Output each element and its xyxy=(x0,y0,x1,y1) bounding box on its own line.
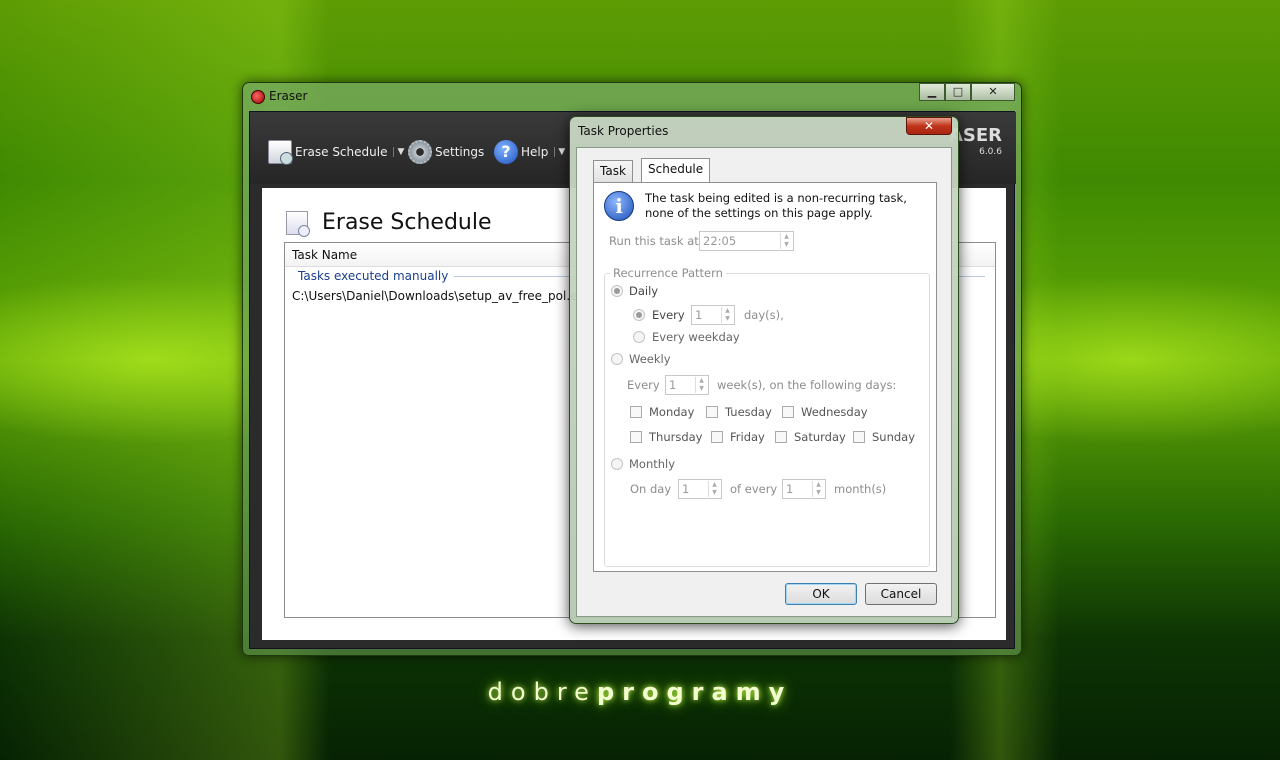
month-interval-value: 1 xyxy=(786,482,794,496)
erase-schedule-label: Erase Schedule xyxy=(295,145,388,159)
help-icon: ? xyxy=(494,140,518,164)
recurrence-pattern-legend: Recurrence Pattern xyxy=(610,266,726,280)
every-weekday-label: Every weekday xyxy=(652,330,740,344)
sunday-checkbox[interactable] xyxy=(853,431,865,443)
months-suffix-label: month(s) xyxy=(834,482,887,496)
wednesday-checkbox[interactable] xyxy=(782,406,794,418)
days-suffix-label: day(s), xyxy=(744,308,784,322)
run-at-time-field[interactable]: 22:05 ▲ ▼ xyxy=(699,231,794,251)
weekly-radio[interactable] xyxy=(611,353,623,365)
maximize-button[interactable]: □ xyxy=(945,83,971,101)
help-label: Help xyxy=(521,145,549,159)
ok-button[interactable]: OK xyxy=(785,583,857,605)
caption-buttons: ▁ □ ✕ xyxy=(919,83,1015,101)
help-dropdown-icon[interactable]: ▼ xyxy=(554,147,565,157)
daily-every-radio[interactable] xyxy=(633,309,645,321)
tuesday-checkbox[interactable] xyxy=(706,406,718,418)
friday-checkbox[interactable] xyxy=(711,431,723,443)
erase-schedule-icon xyxy=(268,140,293,165)
on-day-label: On day xyxy=(630,482,672,496)
saturday-checkbox[interactable] xyxy=(775,431,787,443)
daily-radio[interactable] xyxy=(611,285,623,297)
thursday-label: Thursday xyxy=(649,430,703,444)
month-interval-input[interactable]: 1 ▲ ▼ xyxy=(782,479,826,499)
schedule-page-icon xyxy=(286,210,310,237)
cancel-button[interactable]: Cancel xyxy=(865,583,937,605)
page-title: Erase Schedule xyxy=(322,210,492,235)
run-at-label: Run this task at: xyxy=(609,234,703,248)
weekly-every-value: 1 xyxy=(669,378,677,392)
tab-task[interactable]: Task xyxy=(593,160,633,182)
weekly-every-input[interactable]: 1 ▲ ▼ xyxy=(665,375,709,395)
help-button[interactable]: ? Help ▼ xyxy=(494,140,565,164)
brand-bold-text: programy xyxy=(596,678,793,706)
wednesday-label: Wednesday xyxy=(801,405,868,419)
saturday-label: Saturday xyxy=(794,430,846,444)
monthly-label: Monthly xyxy=(629,457,676,471)
page-header: Erase Schedule xyxy=(286,210,492,237)
erase-schedule-button[interactable]: Erase Schedule ▼ xyxy=(268,140,404,165)
dialog-title: Task Properties xyxy=(578,124,669,138)
desktop-brand: dobreprogramy xyxy=(0,678,1280,706)
friday-label: Friday xyxy=(730,430,765,444)
task-properties-dialog: Task Properties ✕ Task Schedule i The ta… xyxy=(569,116,959,624)
daily-every-value: 1 xyxy=(695,308,703,322)
gear-icon xyxy=(408,140,432,164)
weekly-label: Weekly xyxy=(629,352,671,366)
monthly-radio[interactable] xyxy=(611,458,623,470)
dialog-close-button[interactable]: ✕ xyxy=(906,117,952,135)
info-icon: i xyxy=(604,191,634,221)
every-weekday-radio[interactable] xyxy=(633,331,645,343)
brand-light-text: dobre xyxy=(487,678,597,706)
month-day-spinner-icon[interactable]: ▲ ▼ xyxy=(708,481,720,497)
weekly-suffix-label: week(s), on the following days: xyxy=(717,378,897,392)
monday-checkbox[interactable] xyxy=(630,406,642,418)
thursday-checkbox[interactable] xyxy=(630,431,642,443)
of-every-label: of every xyxy=(730,482,778,496)
month-day-value: 1 xyxy=(682,482,690,496)
weekly-every-label: Every xyxy=(627,378,660,392)
daily-spinner-icon[interactable]: ▲ ▼ xyxy=(721,307,733,323)
monday-label: Monday xyxy=(649,405,695,419)
tuesday-label: Tuesday xyxy=(725,405,772,419)
daily-every-input[interactable]: 1 ▲ ▼ xyxy=(691,305,735,325)
eraser-app-icon xyxy=(251,90,265,104)
time-spinner-icon[interactable]: ▲ ▼ xyxy=(780,233,792,249)
month-interval-spinner-icon[interactable]: ▲ ▼ xyxy=(812,481,824,497)
window-title: Eraser xyxy=(269,89,308,103)
recurrence-pattern-group: Recurrence Pattern Daily Every 1 ▲ ▼ day(… xyxy=(604,266,930,567)
tab-schedule[interactable]: Schedule xyxy=(641,158,711,182)
info-message: The task being edited is a non-recurring… xyxy=(645,191,907,220)
daily-every-label: Every xyxy=(652,308,685,322)
window-close-button[interactable]: ✕ xyxy=(971,83,1015,101)
sunday-label: Sunday xyxy=(872,430,916,444)
weekly-spinner-icon[interactable]: ▲ ▼ xyxy=(695,377,707,393)
task-group-label: Tasks executed manually xyxy=(298,269,449,283)
settings-button[interactable]: Settings xyxy=(408,140,484,164)
daily-label: Daily xyxy=(629,284,659,298)
erase-schedule-dropdown-icon[interactable]: ▼ xyxy=(393,147,404,157)
run-at-time-value: 22:05 xyxy=(703,234,737,248)
month-day-input[interactable]: 1 ▲ ▼ xyxy=(678,479,722,499)
settings-label: Settings xyxy=(435,145,485,159)
schedule-panel: i The task being edited is a non-recurri… xyxy=(593,182,937,572)
minimize-button[interactable]: ▁ xyxy=(919,83,945,101)
dialog-body: Task Schedule i The task being edited is… xyxy=(576,147,952,617)
